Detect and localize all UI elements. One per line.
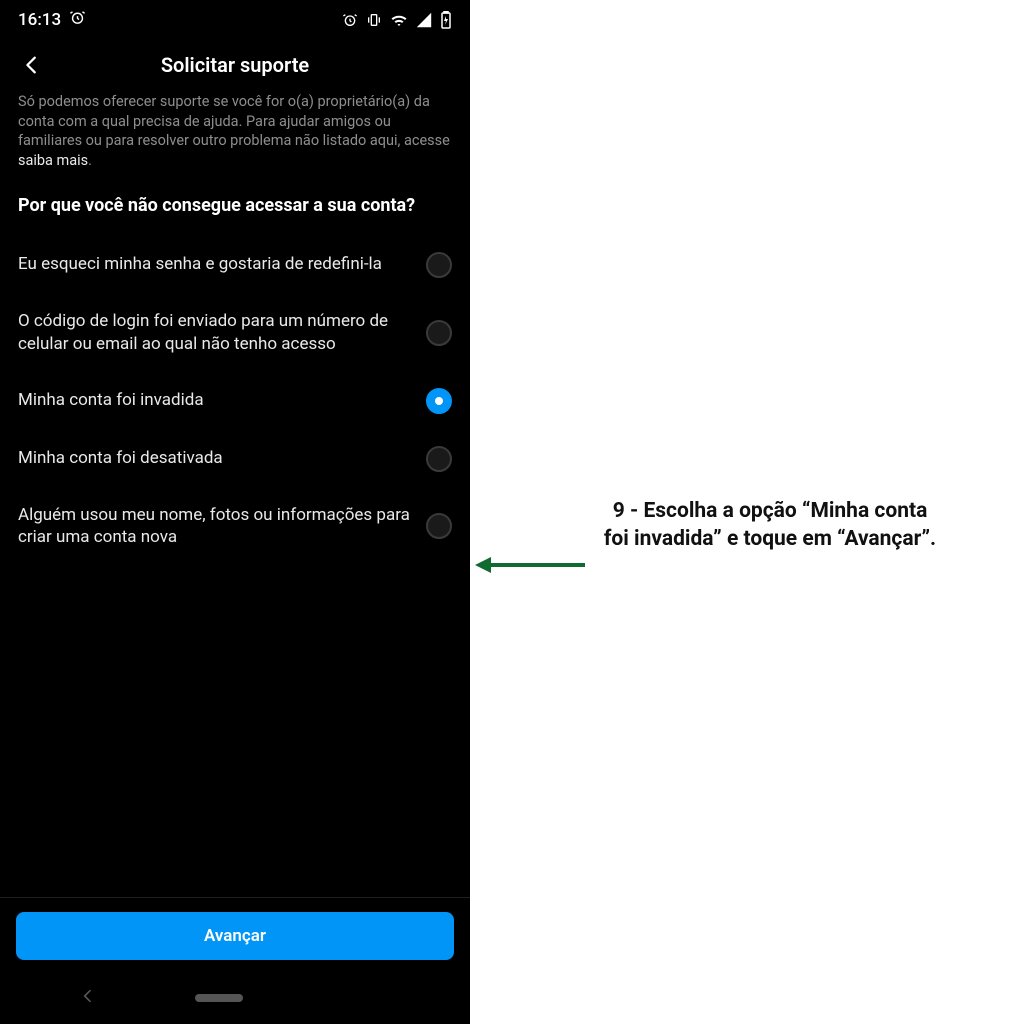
annotation-text: 9 - Escolha a opção “Minha conta foi inv…: [600, 497, 940, 554]
option-label: Minha conta foi desativada: [18, 447, 410, 470]
phone-frame: 16:13 Solicitar sup: [0, 0, 470, 1024]
vibrate-icon: [366, 12, 382, 28]
radio-icon[interactable]: [426, 388, 452, 414]
alarm-icon: [342, 12, 358, 28]
option-forgot-password[interactable]: Eu esqueci minha senha e gostaria de red…: [0, 236, 470, 294]
status-left: 16:13: [18, 9, 86, 31]
option-label: Minha conta foi invadida: [18, 389, 410, 412]
page-title: Solicitar suporte: [161, 53, 309, 77]
options-list: Eu esqueci minha senha e gostaria de red…: [0, 226, 470, 576]
status-right: [342, 11, 452, 29]
nav-home-pill[interactable]: [195, 994, 243, 1002]
footer: Avançar: [0, 897, 470, 978]
nav-back-icon[interactable]: [80, 988, 96, 1008]
description-suffix: .: [88, 152, 92, 169]
option-code-sent-inaccessible[interactable]: O código de login foi enviado para um nú…: [0, 294, 470, 372]
option-label: Eu esqueci minha senha e gostaria de red…: [18, 253, 410, 276]
radio-icon[interactable]: [426, 252, 452, 278]
radio-icon[interactable]: [426, 513, 452, 539]
radio-icon[interactable]: [426, 446, 452, 472]
signal-icon: [416, 12, 432, 28]
status-bar: 16:13: [0, 0, 470, 40]
question-heading: Por que você não consegue acessar a sua …: [0, 180, 470, 225]
header: Solicitar suporte: [0, 40, 470, 88]
option-label: O código de login foi enviado para um nú…: [18, 310, 410, 356]
option-account-disabled[interactable]: Minha conta foi desativada: [0, 430, 470, 488]
option-impersonation[interactable]: Alguém usou meu nome, fotos ou informaçõ…: [0, 488, 470, 566]
android-nav-bar: [0, 978, 470, 1024]
next-button[interactable]: Avançar: [16, 912, 454, 960]
annotation-arrow-icon: [475, 555, 585, 575]
radio-icon[interactable]: [426, 320, 452, 346]
back-button[interactable]: [18, 51, 46, 79]
status-time: 16:13: [18, 10, 61, 30]
description-text: Só podemos oferecer suporte se você for …: [0, 88, 470, 180]
wifi-icon: [390, 12, 408, 28]
battery-icon: [440, 11, 452, 29]
option-label: Alguém usou meu nome, fotos ou informaçõ…: [18, 504, 410, 550]
chevron-left-icon: [21, 54, 43, 76]
alarm-icon: [69, 9, 86, 31]
option-account-hacked[interactable]: Minha conta foi invadida: [0, 372, 470, 430]
description-prefix: Só podemos oferecer suporte se você for …: [18, 93, 450, 149]
learn-more-link[interactable]: saiba mais: [18, 152, 88, 169]
